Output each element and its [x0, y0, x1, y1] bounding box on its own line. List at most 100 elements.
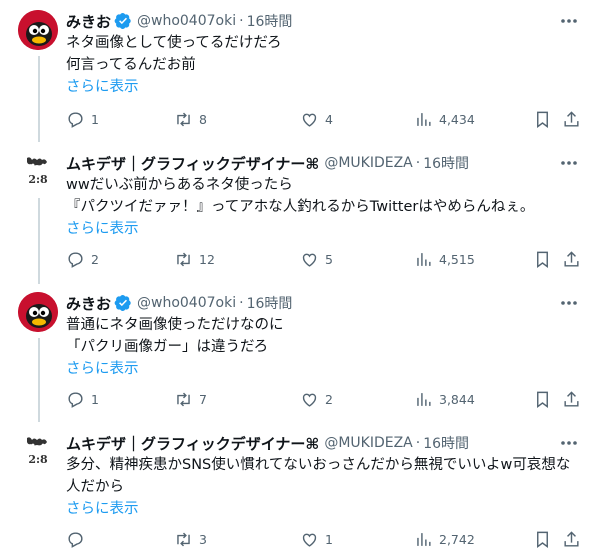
retweet-count: 7: [199, 391, 207, 407]
action-bar: 3 1 2,742: [66, 528, 586, 550]
views-icon: [417, 112, 431, 126]
like-button[interactable]: 1: [300, 530, 333, 549]
handle[interactable]: @who0407oki: [137, 295, 236, 311]
views-button[interactable]: 4,515: [414, 250, 475, 269]
views-count: 4,434: [439, 111, 475, 127]
reply-icon: [68, 531, 83, 548]
timestamp[interactable]: 16時間: [423, 433, 469, 453]
bookmark-button[interactable]: [533, 530, 552, 549]
tweet[interactable]: 2:8 ムキデザ｜グラフィックデザイナー⌘ @MUKIDEZA · 16時間 多…: [0, 422, 598, 559]
reply-button[interactable]: [66, 530, 91, 549]
avatar-column: [18, 292, 60, 332]
more-icon[interactable]: [558, 154, 580, 172]
avatar-column: 2:8: [18, 432, 60, 472]
tweet-text-line: 普通にネタ画像使っただけなのに: [66, 317, 284, 333]
avatar[interactable]: 2:8: [18, 152, 58, 192]
avatar-text: 2:8: [28, 453, 48, 466]
timestamp[interactable]: 16時間: [423, 153, 469, 173]
bookmark-button[interactable]: [533, 390, 552, 409]
verified-badge-icon: [114, 294, 132, 312]
retweet-count: 12: [199, 251, 215, 267]
handle[interactable]: @MUKIDEZA: [324, 155, 412, 171]
tweet-header: みきお @who0407oki · 16時間: [66, 10, 588, 32]
like-icon: [302, 113, 317, 127]
avatar[interactable]: 2:8: [18, 432, 58, 472]
tweet-text-line: 『パクツイだァァ！』ってアホな人釣れるからTwitterはやめらんねぇ。: [66, 199, 535, 215]
tweet[interactable]: みきお @who0407oki · 16時間 ネタ画像として使ってるだけだろ 何…: [0, 0, 598, 142]
reply-button[interactable]: 1: [66, 390, 99, 409]
separator-dot: ·: [415, 155, 421, 171]
tweet-content: みきお @who0407oki · 16時間 ネタ画像として使ってるだけだろ 何…: [66, 10, 588, 98]
tweet-text-line: wwだいぶ前からあるネタ使ったら: [66, 177, 293, 193]
show-more-link[interactable]: さらに表示: [66, 76, 588, 98]
more-icon[interactable]: [558, 12, 580, 30]
tweet-content: みきお @who0407oki · 16時間 普通にネタ画像使っただけなのに 「…: [66, 292, 588, 380]
share-icon: [564, 110, 579, 127]
views-icon: [417, 392, 431, 406]
display-name[interactable]: みきお: [66, 11, 111, 32]
verified-badge-icon: [114, 12, 132, 30]
share-button[interactable]: [562, 530, 581, 549]
more-icon[interactable]: [558, 294, 580, 312]
display-name[interactable]: ムキデザ｜グラフィックデザイナー⌘: [66, 153, 319, 174]
share-button[interactable]: [562, 110, 581, 129]
like-button[interactable]: 2: [300, 390, 333, 409]
like-icon: [302, 253, 317, 267]
tweet-content: ムキデザ｜グラフィックデザイナー⌘ @MUKIDEZA · 16時間 多分、精神…: [66, 432, 588, 520]
tweet-text-line: 何言ってるんだお前: [66, 57, 196, 73]
reply-button[interactable]: 2: [66, 250, 99, 269]
views-count: 4,515: [439, 251, 475, 267]
more-icon[interactable]: [558, 434, 580, 452]
tweet[interactable]: 2:8 ムキデザ｜グラフィックデザイナー⌘ @MUKIDEZA · 16時間 w…: [0, 142, 598, 284]
tweet-text-line: 「パクリ画像ガー」は違うだろ: [66, 339, 269, 355]
timestamp[interactable]: 16時間: [247, 293, 293, 313]
retweet-icon: [177, 392, 190, 406]
show-more-link[interactable]: さらに表示: [66, 498, 588, 520]
retweet-button[interactable]: 8: [174, 110, 207, 129]
like-count: 5: [325, 251, 333, 267]
reply-count: 1: [91, 391, 99, 407]
reply-count: 1: [91, 111, 99, 127]
show-more-link[interactable]: さらに表示: [66, 218, 588, 240]
avatar[interactable]: [18, 10, 58, 50]
display-name[interactable]: みきお: [66, 293, 111, 314]
views-button[interactable]: 2,742: [414, 530, 475, 549]
retweet-button[interactable]: 3: [174, 530, 207, 549]
handle[interactable]: @MUKIDEZA: [324, 435, 412, 451]
reply-button[interactable]: 1: [66, 110, 99, 129]
tweet-content: ムキデザ｜グラフィックデザイナー⌘ @MUKIDEZA · 16時間 wwだいぶ…: [66, 152, 588, 240]
bookmark-button[interactable]: [533, 110, 552, 129]
tweet[interactable]: みきお @who0407oki · 16時間 普通にネタ画像使っただけなのに 「…: [0, 282, 598, 422]
like-button[interactable]: 4: [300, 110, 333, 129]
timestamp[interactable]: 16時間: [247, 11, 293, 31]
bookmark-icon: [537, 251, 548, 268]
tweet-header: ムキデザ｜グラフィックデザイナー⌘ @MUKIDEZA · 16時間: [66, 152, 588, 174]
handle[interactable]: @who0407oki: [137, 13, 236, 29]
tweet-text-line: 多分、精神疾患かSNS使い慣れてないおっさんだから無視でいいよw可哀想な: [66, 457, 571, 473]
avatar-column: [18, 10, 60, 50]
separator-dot: ·: [239, 295, 244, 311]
views-button[interactable]: 4,434: [414, 110, 475, 129]
separator-dot: ·: [239, 13, 244, 29]
bookmark-button[interactable]: [533, 250, 552, 269]
reply-icon: [68, 391, 83, 408]
like-count: 4: [325, 111, 333, 127]
like-icon: [302, 393, 317, 407]
action-bar: 1 8 4 4,434: [66, 108, 586, 130]
share-icon: [564, 390, 579, 407]
bookmark-icon: [537, 391, 548, 408]
display-name[interactable]: ムキデザ｜グラフィックデザイナー⌘: [66, 433, 319, 454]
like-button[interactable]: 5: [300, 250, 333, 269]
retweet-button[interactable]: 7: [174, 390, 207, 409]
avatar[interactable]: [18, 292, 58, 332]
show-more-link[interactable]: さらに表示: [66, 358, 588, 380]
tweet-text-line: ネタ画像として使ってるだけだろ: [66, 35, 282, 51]
share-button[interactable]: [562, 390, 581, 409]
views-button[interactable]: 3,844: [414, 390, 475, 409]
share-icon: [564, 250, 579, 267]
retweet-button[interactable]: 12: [174, 250, 215, 269]
share-button[interactable]: [562, 250, 581, 269]
reply-icon: [68, 251, 83, 268]
retweet-icon: [177, 112, 190, 126]
share-icon: [564, 530, 579, 547]
